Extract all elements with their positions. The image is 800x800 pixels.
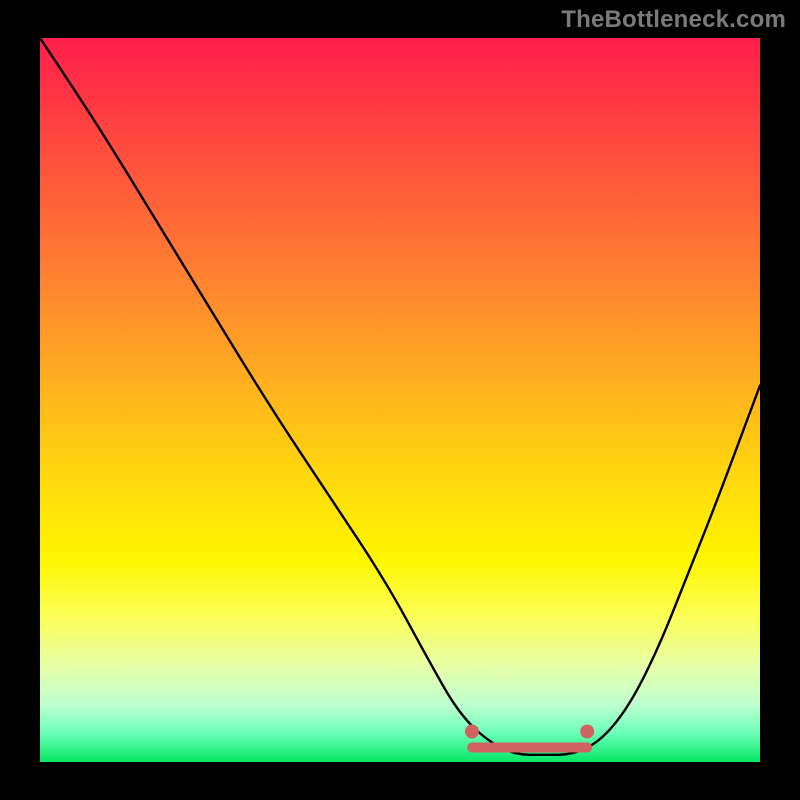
curve-layer — [40, 38, 760, 762]
bottleneck-curve — [40, 38, 760, 755]
chart-frame: TheBottleneck.com — [0, 0, 800, 800]
plot-area — [40, 38, 760, 762]
flat-zone-left-cap — [465, 725, 479, 739]
watermark-text: TheBottleneck.com — [561, 6, 786, 34]
flat-zone-right-cap — [580, 725, 594, 739]
